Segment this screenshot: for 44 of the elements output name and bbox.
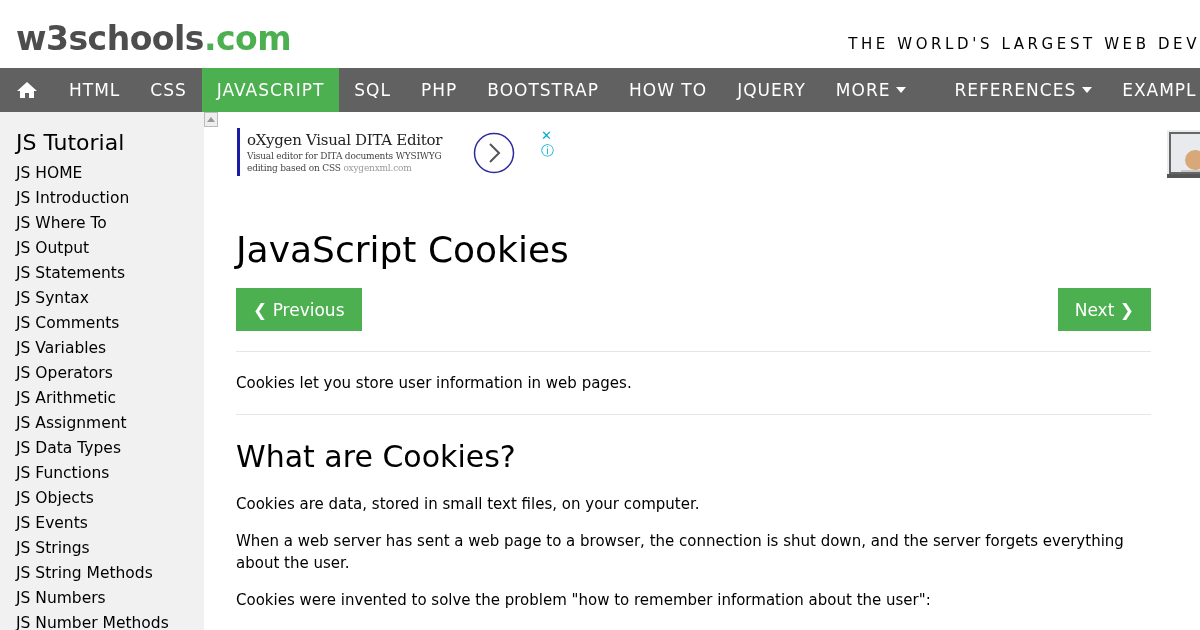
sidebar-link[interactable]: JS String Methods (16, 561, 204, 586)
sidebar-link[interactable]: JS Arithmetic (16, 386, 204, 411)
home-icon (16, 81, 38, 99)
nav-link[interactable]: HOW TO (614, 68, 723, 112)
sidebar-title: JS Tutorial (16, 130, 126, 155)
sidebar-link[interactable]: JS Operators (16, 361, 204, 386)
ad-banner[interactable]: oXygen Visual DITA Editor Visual editor for DITA documents WYSIWYG editing based on CSS oxygenxml.com ✕ ⓘ (237, 128, 567, 176)
tagline: THE WORLD'S LARGEST WEB DEV (848, 35, 1200, 53)
paragraph: Cookies were invented to solve the problem "how to remember information about the user": (236, 590, 932, 611)
sidebar-link[interactable]: JS Functions (16, 461, 204, 486)
sidebar-link[interactable]: JS Objects (16, 486, 204, 511)
sidebar-link[interactable]: JS Variables (16, 336, 204, 361)
paragraph: Cookies are data, stored in small text files, on your computer. (236, 494, 701, 515)
ad-title[interactable]: oXygen Visual DITA Editor (247, 130, 455, 150)
sidebar-link[interactable]: JS Statements (16, 261, 204, 286)
sidebar-link[interactable]: JS Strings (16, 536, 204, 561)
sidebar-link[interactable]: JS Data Types (16, 436, 204, 461)
sidebar-link[interactable]: JS Comments (16, 311, 204, 336)
nav-link[interactable]: PHP (406, 68, 473, 112)
nav-link[interactable]: SQL (339, 68, 406, 112)
sidebar-link[interactable]: JS Syntax (16, 286, 204, 311)
caret-icon (1082, 87, 1093, 93)
page-title: JavaScript Cookies (236, 228, 570, 272)
sidebar-link[interactable]: JS Assignment (16, 411, 204, 436)
chevron-right-icon[interactable] (473, 132, 515, 174)
nav-link[interactable]: HTML (54, 68, 136, 112)
nav-link[interactable]: JQUERY (722, 68, 821, 112)
sidebar-link[interactable]: JS Numbers (16, 586, 204, 611)
nav-dropdown[interactable]: REFERENCES (939, 68, 1108, 112)
section-heading: What are Cookies? (236, 438, 517, 476)
nav-link[interactable]: EXAMPL (1107, 68, 1200, 112)
sidebar-link[interactable]: JS Where To (16, 211, 204, 236)
sidebar-link[interactable]: JS Output (16, 236, 204, 261)
sidebar-link[interactable]: JS Introduction (16, 186, 204, 211)
paragraph: When a web server has sent a web page to a browser, the connection is shut down, and the server forgets everything about the user. (236, 531, 1125, 574)
caret-icon (896, 87, 907, 93)
nav-link[interactable]: CSS (135, 68, 202, 112)
paragraph: Cookies let you store user information in web pages. (236, 373, 633, 394)
sidebar-link[interactable]: JS Events (16, 511, 204, 536)
nav-link[interactable]: BOOTSTRAP (472, 68, 614, 112)
site-logo[interactable]: w3schools.com (16, 19, 292, 58)
sidebar-link[interactable]: JS HOME (16, 161, 204, 186)
ad-description: Visual editor for DITA documents WYSIWYG editing based on CSS oxygenxml.com (247, 150, 443, 174)
nav-dropdown[interactable]: MORE (820, 68, 922, 112)
